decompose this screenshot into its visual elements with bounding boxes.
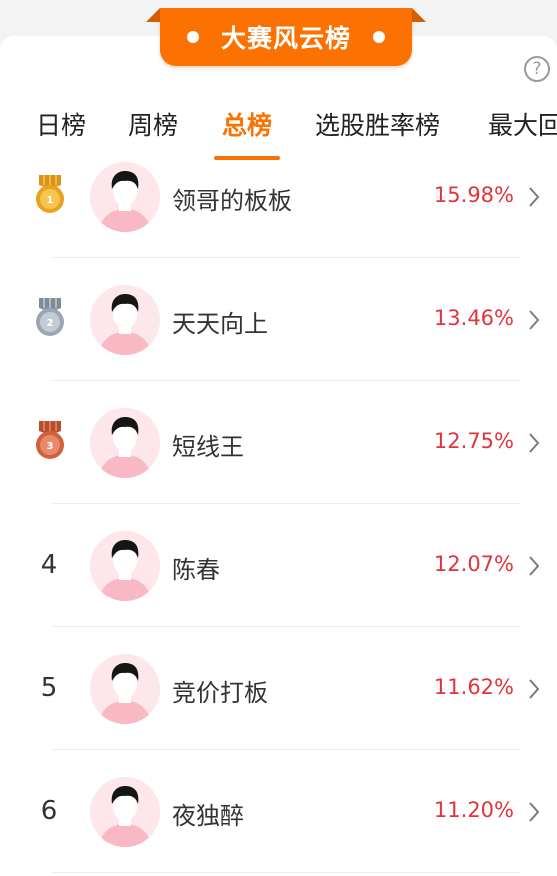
user-name: 夜独醉 [172,802,244,830]
ranking-row[interactable]: 1 领哥的板板 15.98% [0,136,557,258]
row-divider [52,503,519,504]
bronze-medal-icon: 3 [32,419,68,461]
rank-number: 5 [40,673,58,703]
rank-number: 4 [40,550,58,580]
avatar[interactable] [90,408,160,478]
leaderboard-banner: 大赛风云榜 [160,8,412,66]
ranking-row[interactable]: 3 短线王 12.75% [0,382,557,504]
avatar[interactable] [90,777,160,847]
ranking-row[interactable]: 5 竞价打板 11.62% [0,628,557,750]
chevron-right-icon[interactable] [528,678,540,700]
banner-ribbon-left [146,8,160,22]
row-divider [52,749,519,750]
banner-dot-icon [373,31,385,43]
chevron-right-icon[interactable] [528,309,540,331]
question-circle-icon[interactable]: ? [524,56,550,82]
avatar[interactable] [90,654,160,724]
user-name: 天天向上 [172,310,268,338]
svg-text:1: 1 [47,195,54,206]
avatar[interactable] [90,285,160,355]
user-name: 短线王 [172,433,244,461]
user-name: 竞价打板 [172,679,268,707]
row-divider [52,872,519,873]
row-divider [52,380,519,381]
chevron-right-icon[interactable] [528,186,540,208]
chevron-right-icon[interactable] [528,555,540,577]
return-value: 13.46% [433,306,514,330]
banner-dot-icon [186,31,199,43]
page-title: 大赛风云榜 [220,24,351,53]
gold-medal-icon: 1 [32,173,68,215]
avatar[interactable] [90,531,160,601]
ranking-row[interactable]: 4 陈春 12.07% [0,505,557,627]
svg-text:2: 2 [47,318,54,329]
ranking-row[interactable]: 2 天天向上 13.46% [0,259,557,381]
chevron-right-icon[interactable] [528,801,540,823]
return-value: 11.62% [433,675,514,699]
svg-text:3: 3 [47,441,54,452]
user-name: 领哥的板板 [172,187,292,215]
user-name: 陈春 [172,556,220,584]
return-value: 15.98% [433,183,514,207]
row-divider [52,626,519,627]
return-value: 11.20% [433,798,514,822]
rank-number: 6 [40,796,58,826]
ranking-row[interactable]: 6 夜独醉 11.20% [0,751,557,873]
return-value: 12.07% [433,552,514,576]
chevron-right-icon[interactable] [528,432,540,454]
silver-medal-icon: 2 [32,296,68,338]
banner-ribbon-right [412,8,426,22]
avatar[interactable] [90,162,160,232]
return-value: 12.75% [433,429,514,453]
row-divider [52,257,519,258]
